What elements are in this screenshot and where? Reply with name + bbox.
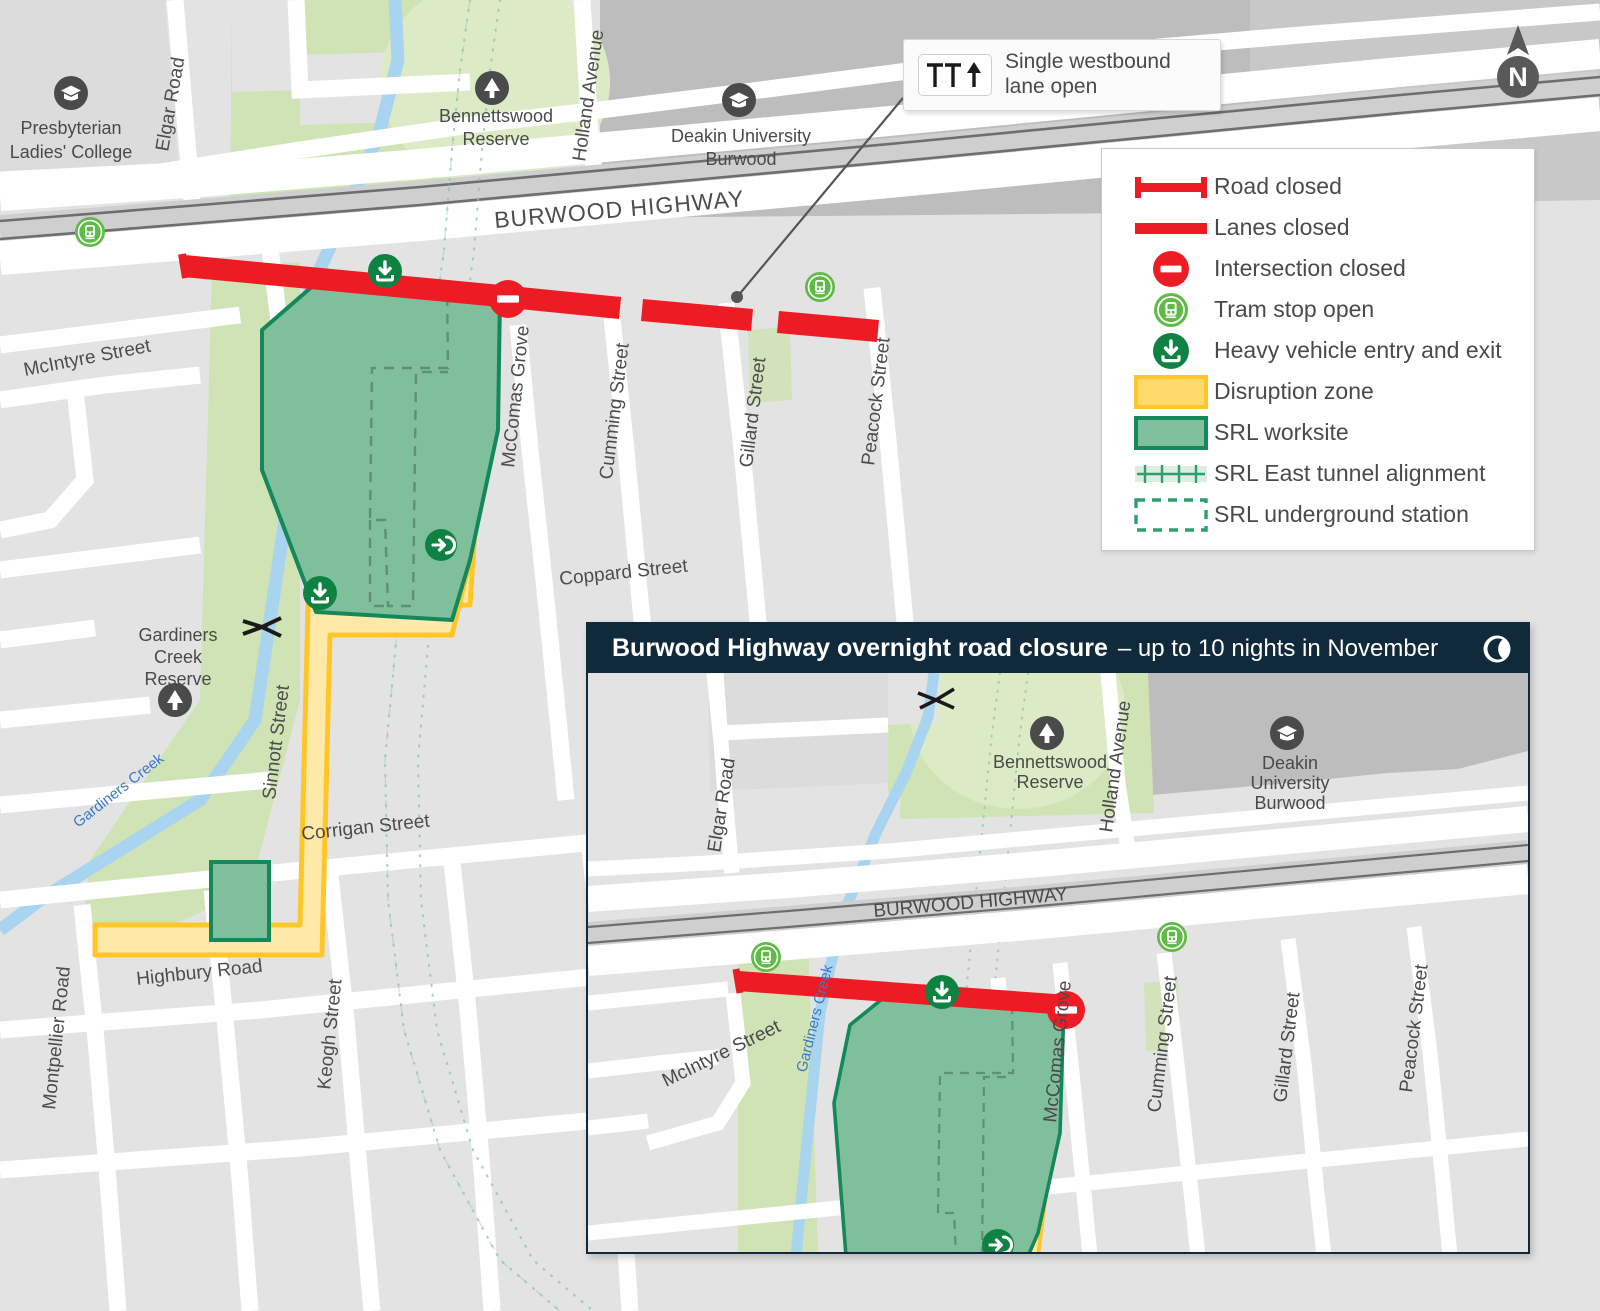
legend-item-srl-worksite: SRL worksite	[1102, 412, 1534, 453]
legend-item-disruption-zone: Disruption zone	[1102, 371, 1534, 412]
legend-label: SRL underground station	[1214, 501, 1469, 527]
poi-label: Gardiners	[138, 625, 217, 645]
lane-diagram-icon	[918, 54, 992, 96]
lane-callout-line1: Single westbound	[1005, 50, 1171, 74]
legend-label: Tram stop open	[1214, 296, 1375, 322]
svg-text:Creek: Creek	[154, 647, 203, 667]
road-closed-endcap-west	[178, 253, 190, 279]
poi-label: Deakin University	[671, 126, 811, 146]
legend-item-heavy-vehicle: Heavy vehicle entry and exit	[1102, 330, 1534, 371]
tram-stop-marker[interactable]	[750, 941, 782, 973]
srl-station-swatch	[1128, 497, 1214, 533]
inset-map-panel: Burwood Highway overnight road closure –…	[586, 622, 1530, 1254]
legend-item-srl-station: SRL underground station	[1102, 494, 1534, 535]
poi-label: Deakin	[1262, 753, 1318, 773]
lanes-closed-line-icon	[1128, 216, 1214, 240]
legend-label: SRL East tunnel alignment	[1214, 460, 1486, 486]
lanes-closed-segment	[641, 299, 753, 331]
svg-text:Burwood: Burwood	[1254, 793, 1325, 813]
map-figure: Presbyterian Ladies' College Bennettswoo…	[0, 0, 1600, 1311]
inset-header: Burwood Highway overnight road closure –…	[588, 624, 1528, 673]
lanes-closed-segment	[777, 311, 879, 342]
intersection-closed-icon	[1128, 249, 1214, 289]
svg-text:University: University	[1250, 773, 1329, 793]
tram-stop-marker[interactable]	[1156, 921, 1188, 953]
heavy-vehicle-icon	[1128, 331, 1214, 371]
legend-item-srl-tunnel: SRL East tunnel alignment	[1102, 453, 1534, 494]
tram-stop-marker[interactable]	[804, 271, 836, 303]
poi-label: Presbyterian	[20, 118, 121, 138]
legend-item-lanes-closed: Lanes closed	[1102, 207, 1534, 248]
disruption-zone-swatch	[1128, 374, 1214, 410]
heavy-vehicle-marker[interactable]	[366, 252, 404, 290]
srl-tunnel-line-icon	[1128, 460, 1214, 488]
svg-text:Reserve: Reserve	[462, 129, 529, 149]
intersection-closed-marker[interactable]	[489, 280, 527, 318]
srl-worksite-swatch	[1128, 415, 1214, 451]
site-access-marker[interactable]	[423, 527, 459, 563]
legend-label: Disruption zone	[1214, 378, 1374, 404]
legend-label: Intersection closed	[1214, 255, 1406, 281]
legend-label: Heavy vehicle entry and exit	[1214, 337, 1502, 363]
poi-label: Bennettswood	[439, 106, 553, 126]
legend-item-road-closed: Road closed	[1102, 166, 1534, 207]
north-arrow-label: N	[1508, 62, 1528, 92]
svg-text:Reserve: Reserve	[1016, 772, 1083, 792]
tram-stop-marker[interactable]	[74, 216, 106, 248]
lane-callout-line2: lane open	[1005, 75, 1098, 98]
svg-text:Reserve: Reserve	[144, 669, 211, 689]
inset-subtitle: – up to 10 nights in November	[1117, 634, 1439, 662]
map-legend: Road closed Lanes closed Intersection cl…	[1101, 148, 1535, 551]
srl-worksite	[832, 989, 1066, 1252]
inset-title: Burwood Highway overnight road closure	[612, 634, 1108, 662]
legend-label: Lanes closed	[1214, 214, 1350, 240]
legend-label: Road closed	[1214, 173, 1342, 199]
lane-callout: Single westbound lane open	[903, 39, 1221, 111]
legend-label: SRL worksite	[1214, 419, 1349, 445]
heavy-vehicle-marker[interactable]	[301, 574, 339, 612]
heavy-vehicle-marker[interactable]	[923, 973, 961, 1011]
svg-text:Burwood: Burwood	[705, 149, 776, 169]
moon-icon	[1482, 634, 1512, 664]
lane-callout-text: Single westbound lane open	[1005, 50, 1171, 100]
legend-item-tram-stop: Tram stop open	[1102, 289, 1534, 330]
svg-text:Ladies' College: Ladies' College	[10, 142, 133, 162]
inset-map: Bennettswood Reserve Deakin University B…	[588, 673, 1528, 1252]
tram-stop-icon	[1128, 291, 1214, 329]
legend-item-intersection-closed: Intersection closed	[1102, 248, 1534, 289]
road-closed-line-icon	[1128, 175, 1214, 199]
poi-label: Bennettswood	[993, 752, 1107, 772]
